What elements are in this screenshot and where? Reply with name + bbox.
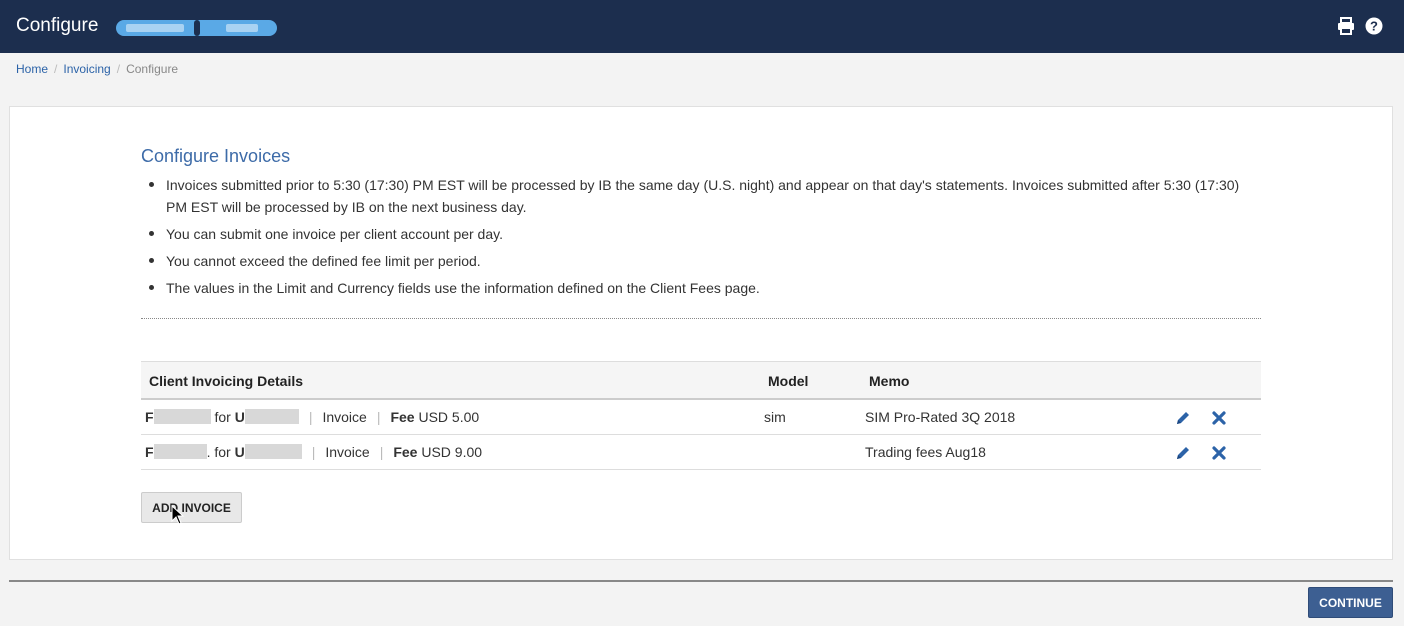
close-x-icon[interactable] bbox=[1210, 444, 1228, 462]
for-text: for bbox=[214, 409, 231, 425]
close-x-icon[interactable] bbox=[1210, 409, 1228, 427]
breadcrumb-current: Configure bbox=[126, 62, 179, 76]
fee-value: USD 5.00 bbox=[418, 409, 480, 425]
invoice-table: Client Invoicing Details Model Memo F fo… bbox=[141, 361, 1261, 470]
invoice-type: Invoice bbox=[322, 409, 367, 425]
fee-label: Fee bbox=[393, 444, 418, 460]
section-title: Configure Invoices bbox=[141, 146, 291, 166]
continue-button[interactable]: CONTINUE bbox=[1308, 587, 1393, 618]
details-cell: F for U | Invoice | Fee USD 5.00 bbox=[145, 409, 480, 425]
redacted-account-pill bbox=[116, 20, 277, 36]
for-text: . for bbox=[206, 444, 231, 460]
from-account: F bbox=[145, 444, 154, 460]
page-title: Configure bbox=[16, 15, 99, 36]
top-bar: Configure ? bbox=[0, 0, 1404, 53]
section-divider bbox=[141, 318, 1261, 319]
table-header: Client Invoicing Details Model Memo bbox=[141, 361, 1261, 400]
model-cell: sim bbox=[764, 409, 786, 425]
breadcrumb-home[interactable]: Home bbox=[16, 62, 48, 76]
table-row: F. for U | Invoice | Fee USD 9.00 Trading fe… bbox=[141, 435, 1261, 470]
header-model: Model bbox=[768, 373, 809, 389]
svg-text:?: ? bbox=[1370, 19, 1378, 34]
memo-cell: SIM Pro-Rated 3Q 2018 bbox=[865, 409, 1016, 425]
info-list: Invoices submitted prior to 5:30 (17:30)… bbox=[149, 174, 1246, 304]
breadcrumb: Home / Invoicing / Configure bbox=[16, 62, 179, 76]
info-item: The values in the Limit and Currency fie… bbox=[149, 277, 1246, 299]
to-account: U bbox=[234, 409, 245, 425]
redacted-text bbox=[244, 444, 302, 459]
to-account: U bbox=[234, 444, 245, 460]
fee-label: Fee bbox=[390, 409, 415, 425]
pencil-icon[interactable] bbox=[1174, 444, 1192, 462]
breadcrumb-invoicing[interactable]: Invoicing bbox=[63, 62, 110, 76]
footer-divider bbox=[9, 580, 1393, 582]
redacted-text bbox=[153, 409, 211, 424]
info-item: Invoices submitted prior to 5:30 (17:30)… bbox=[149, 174, 1246, 218]
from-account: F bbox=[145, 409, 154, 425]
header-details: Client Invoicing Details bbox=[149, 373, 304, 389]
details-cell: F. for U | Invoice | Fee USD 9.00 bbox=[145, 444, 483, 460]
redacted-text bbox=[153, 444, 207, 459]
add-invoice-button[interactable]: ADD INVOICE bbox=[141, 492, 242, 523]
fee-value: USD 9.00 bbox=[421, 444, 483, 460]
pencil-icon[interactable] bbox=[1174, 409, 1192, 427]
print-icon[interactable] bbox=[1336, 16, 1356, 36]
mouse-cursor-icon bbox=[171, 505, 185, 525]
info-item: You cannot exceed the defined fee limit … bbox=[149, 250, 1246, 272]
info-item: You can submit one invoice per client ac… bbox=[149, 223, 1246, 245]
question-circle-icon[interactable]: ? bbox=[1364, 16, 1384, 36]
header-memo: Memo bbox=[869, 373, 910, 389]
invoice-type: Invoice bbox=[325, 444, 370, 460]
memo-cell: Trading fees Aug18 bbox=[865, 444, 986, 460]
table-row: F for U | Invoice | Fee USD 5.00 sim SIM Pro… bbox=[141, 400, 1261, 435]
redacted-text bbox=[244, 409, 299, 424]
